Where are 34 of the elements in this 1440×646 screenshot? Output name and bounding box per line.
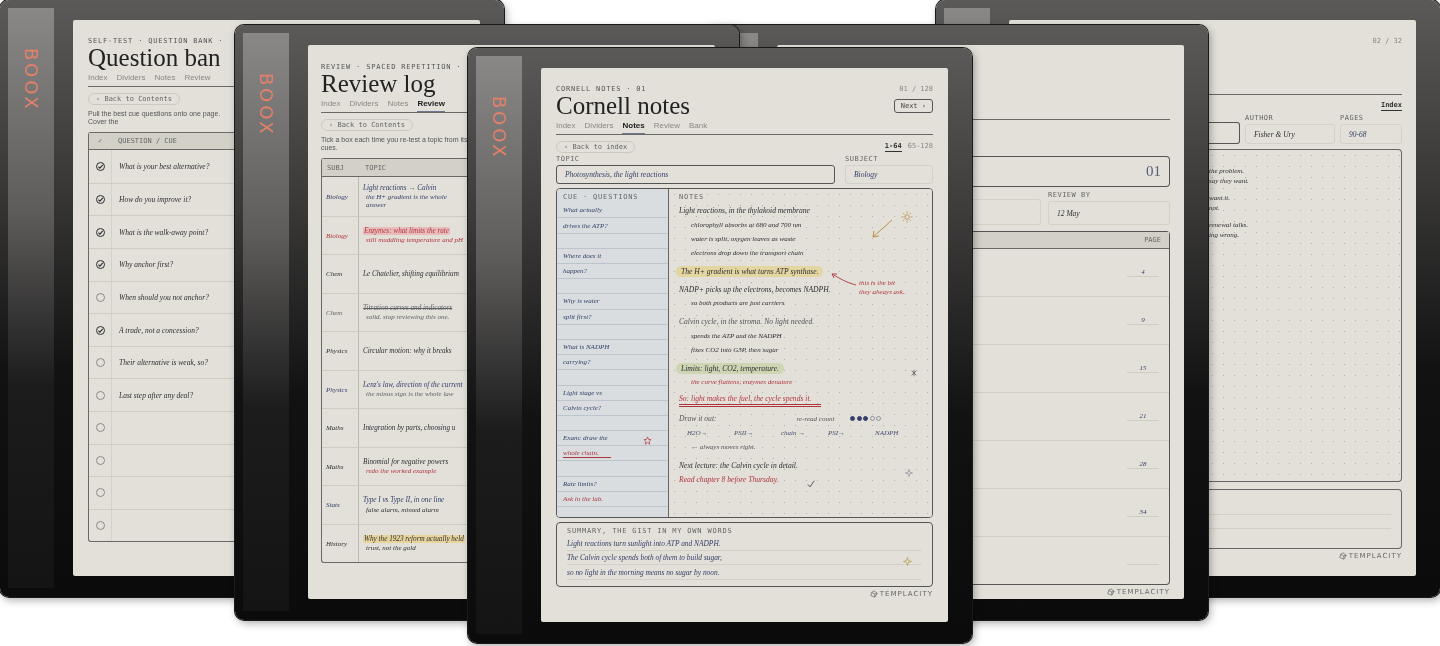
star-icon [643,436,652,446]
page-title: Cornell notes [556,93,690,120]
nav-tab[interactable]: Review [653,121,680,135]
nav-tab[interactable]: Dividers [584,121,614,135]
nav-tab[interactable]: Bank [688,121,708,135]
sun-icon [901,211,913,224]
logo-icon [869,589,878,598]
brand-logo: BOOX [488,96,510,160]
nav-tab[interactable]: Notes [622,121,645,135]
scribble-icon [910,369,918,378]
sparkle-icon [903,557,912,567]
page-title: Question ban [88,45,222,72]
arrow-icon [871,219,893,240]
nav-tab[interactable]: Dividers [116,73,146,87]
brand-logo: BOOX [255,73,277,137]
nav-tab[interactable]: Index [321,99,341,113]
checkbox[interactable] [95,195,105,205]
nav-tab[interactable]: Dividers [349,99,379,113]
nav-tab[interactable]: Notes [387,99,409,113]
nav-tab[interactable]: Review [417,99,445,113]
page-title: Review log [321,71,437,98]
brand-logo: BOOX [20,48,42,112]
logo-icon [1338,552,1347,560]
arrow-icon [831,272,857,287]
page-number: 01 [1146,163,1161,180]
nav-tab[interactable]: Index [556,121,576,135]
nav-tab[interactable]: Review [184,73,211,87]
nav-tab[interactable]: Notes [154,73,176,87]
checkbox[interactable] [95,260,105,270]
check-icon [807,480,815,489]
checkbox[interactable] [95,162,105,172]
logo-icon [1106,588,1115,596]
sparkle-icon [905,469,913,478]
nav-tab[interactable]: Index [88,73,108,87]
